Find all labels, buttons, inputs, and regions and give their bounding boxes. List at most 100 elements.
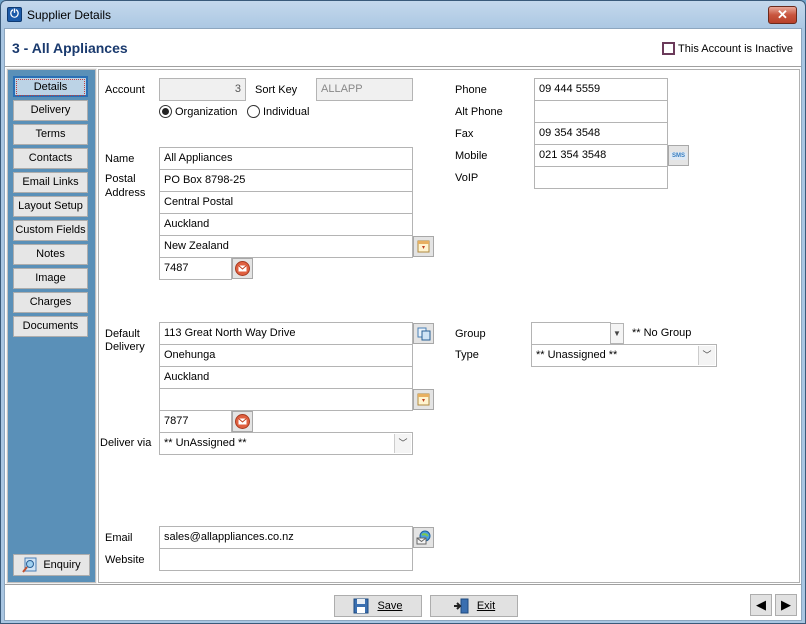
- radio-individual-dot[interactable]: [247, 105, 260, 118]
- email-label: Email: [105, 532, 133, 544]
- name-field[interactable]: All Appliances: [159, 147, 413, 170]
- save-label: Save: [377, 600, 403, 612]
- client-area: 3 - All Appliances This Account is Inact…: [4, 28, 802, 621]
- arrow-right-icon: ▶: [781, 597, 791, 612]
- address-book-icon: [417, 240, 430, 253]
- radio-organization-dot[interactable]: [159, 105, 172, 118]
- postal-label-2: Address: [105, 187, 146, 199]
- postal-line-1[interactable]: PO Box 8798-25: [159, 169, 413, 192]
- group-label: Group: [455, 328, 486, 340]
- name-label: Name: [105, 153, 135, 165]
- type-label: Type: [455, 349, 479, 361]
- postal-code-lookup-button[interactable]: [232, 258, 253, 279]
- sort-key-label: Sort Key: [255, 84, 298, 96]
- delivery-label-2: Delivery: [105, 341, 145, 353]
- window-title: Supplier Details: [27, 8, 112, 22]
- delivery-lookup-button[interactable]: [413, 389, 434, 410]
- mobile-field[interactable]: 021 354 3548: [534, 144, 668, 167]
- send-sms-button[interactable]: SMS: [668, 145, 689, 166]
- delivery-label-1: Default: [105, 328, 140, 340]
- phone-label: Phone: [455, 84, 487, 96]
- group-select[interactable]: [531, 322, 611, 345]
- sidebar-item-notes[interactable]: Notes: [13, 244, 88, 265]
- postal-label-1: Postal: [105, 173, 136, 185]
- deliver-via-select[interactable]: ** UnAssigned ** ﹀: [159, 432, 413, 455]
- close-button[interactable]: ✕: [768, 6, 797, 24]
- copy-address-button[interactable]: [413, 323, 434, 344]
- postal-lookup-button[interactable]: [413, 236, 434, 257]
- delivery-line-3[interactable]: Auckland: [159, 366, 413, 389]
- mobile-label: Mobile: [455, 150, 488, 162]
- email-field[interactable]: sales@allappliances.co.nz: [159, 526, 413, 549]
- power-icon: ⏻: [7, 7, 22, 22]
- radio-individual-label: Individual: [263, 105, 310, 118]
- exit-button[interactable]: Exit: [430, 595, 518, 617]
- deliver-via-label: Deliver via: [100, 437, 152, 449]
- sidebar-item-terms[interactable]: Terms: [13, 124, 88, 145]
- postal-code-field[interactable]: 7487: [159, 257, 232, 280]
- voip-label: VoIP: [455, 172, 479, 184]
- group-dropdown-arrow-icon[interactable]: ▼: [610, 323, 624, 344]
- arrow-left-icon: ◀: [756, 597, 766, 612]
- sidebar-item-delivery[interactable]: Delivery: [13, 100, 88, 121]
- alt-phone-field[interactable]: [534, 100, 668, 123]
- radio-organization-label: Organization: [175, 105, 238, 118]
- website-field[interactable]: [159, 548, 413, 571]
- save-button[interactable]: Save: [334, 595, 422, 617]
- sidebar-item-charges[interactable]: Charges: [13, 292, 88, 313]
- delivery-code-lookup-button[interactable]: [232, 411, 253, 432]
- close-icon: ✕: [777, 7, 788, 22]
- inactive-checkbox[interactable]: [662, 42, 676, 55]
- enquiry-button[interactable]: Enquiry: [13, 554, 90, 576]
- sidebar-item-label: Details: [16, 79, 85, 96]
- account-field[interactable]: 3: [159, 78, 246, 101]
- address-book-icon: [417, 393, 430, 406]
- magnifier-document-icon: [22, 557, 37, 573]
- inactive-label: This Account is Inactive: [678, 42, 793, 55]
- sidebar-item-email-links[interactable]: Email Links: [13, 172, 88, 193]
- group-description: ** No Group: [632, 327, 692, 339]
- delivery-code-field[interactable]: 7877: [159, 410, 232, 433]
- email-globe-icon: [416, 530, 430, 544]
- inactive-checkbox-group[interactable]: This Account is Inactive: [662, 42, 793, 55]
- delivery-line-4[interactable]: [159, 388, 413, 411]
- mail-icon: [235, 261, 250, 276]
- delivery-line-2[interactable]: Onehunga: [159, 344, 413, 367]
- radio-individual[interactable]: Individual: [247, 105, 309, 118]
- sidebar: Details Delivery Terms Contacts Email Li…: [6, 68, 97, 584]
- website-label: Website: [105, 554, 145, 566]
- phone-field[interactable]: 09 444 5559: [534, 78, 668, 101]
- chevron-down-icon[interactable]: ﹀: [698, 346, 715, 365]
- header-panel: 3 - All Appliances This Account is Inact…: [5, 29, 801, 67]
- sidebar-item-layout-setup[interactable]: Layout Setup: [13, 196, 88, 217]
- exit-door-icon: [453, 598, 469, 614]
- radio-organization[interactable]: Organization: [159, 105, 237, 118]
- send-email-button[interactable]: [413, 527, 434, 548]
- voip-field[interactable]: [534, 166, 668, 189]
- postal-line-2[interactable]: Central Postal: [159, 191, 413, 214]
- sidebar-item-contacts[interactable]: Contacts: [13, 148, 88, 169]
- chevron-down-icon[interactable]: ﹀: [394, 434, 411, 453]
- account-title: 3 - All Appliances: [12, 40, 128, 56]
- type-select[interactable]: ** Unassigned ** ﹀: [531, 344, 717, 367]
- alt-phone-label: Alt Phone: [455, 106, 503, 118]
- postal-line-3[interactable]: Auckland: [159, 213, 413, 236]
- previous-record-button[interactable]: ◀: [750, 594, 772, 616]
- sidebar-item-documents[interactable]: Documents: [13, 316, 88, 337]
- copy-icon: [417, 327, 430, 340]
- fax-field[interactable]: 09 354 3548: [534, 122, 668, 145]
- mail-icon: [235, 414, 250, 429]
- fax-label: Fax: [455, 128, 474, 140]
- delivery-line-1[interactable]: 113 Great North Way Drive: [159, 322, 413, 345]
- sidebar-item-image[interactable]: Image: [13, 268, 88, 289]
- exit-label: Exit: [476, 600, 496, 612]
- account-label: Account: [105, 84, 145, 96]
- sort-key-field[interactable]: ALLAPP: [316, 78, 413, 101]
- enquiry-label: Enquiry: [43, 559, 81, 571]
- supplier-details-window: ⏻ Supplier Details ✕ 3 - All Appliances …: [0, 0, 806, 624]
- sidebar-item-custom-fields[interactable]: Custom Fields: [13, 220, 88, 241]
- postal-line-4[interactable]: New Zealand: [159, 235, 413, 258]
- sidebar-item-details[interactable]: Details: [13, 76, 88, 97]
- next-record-button[interactable]: ▶: [775, 594, 797, 616]
- title-bar: ⏻ Supplier Details ✕: [1, 1, 805, 28]
